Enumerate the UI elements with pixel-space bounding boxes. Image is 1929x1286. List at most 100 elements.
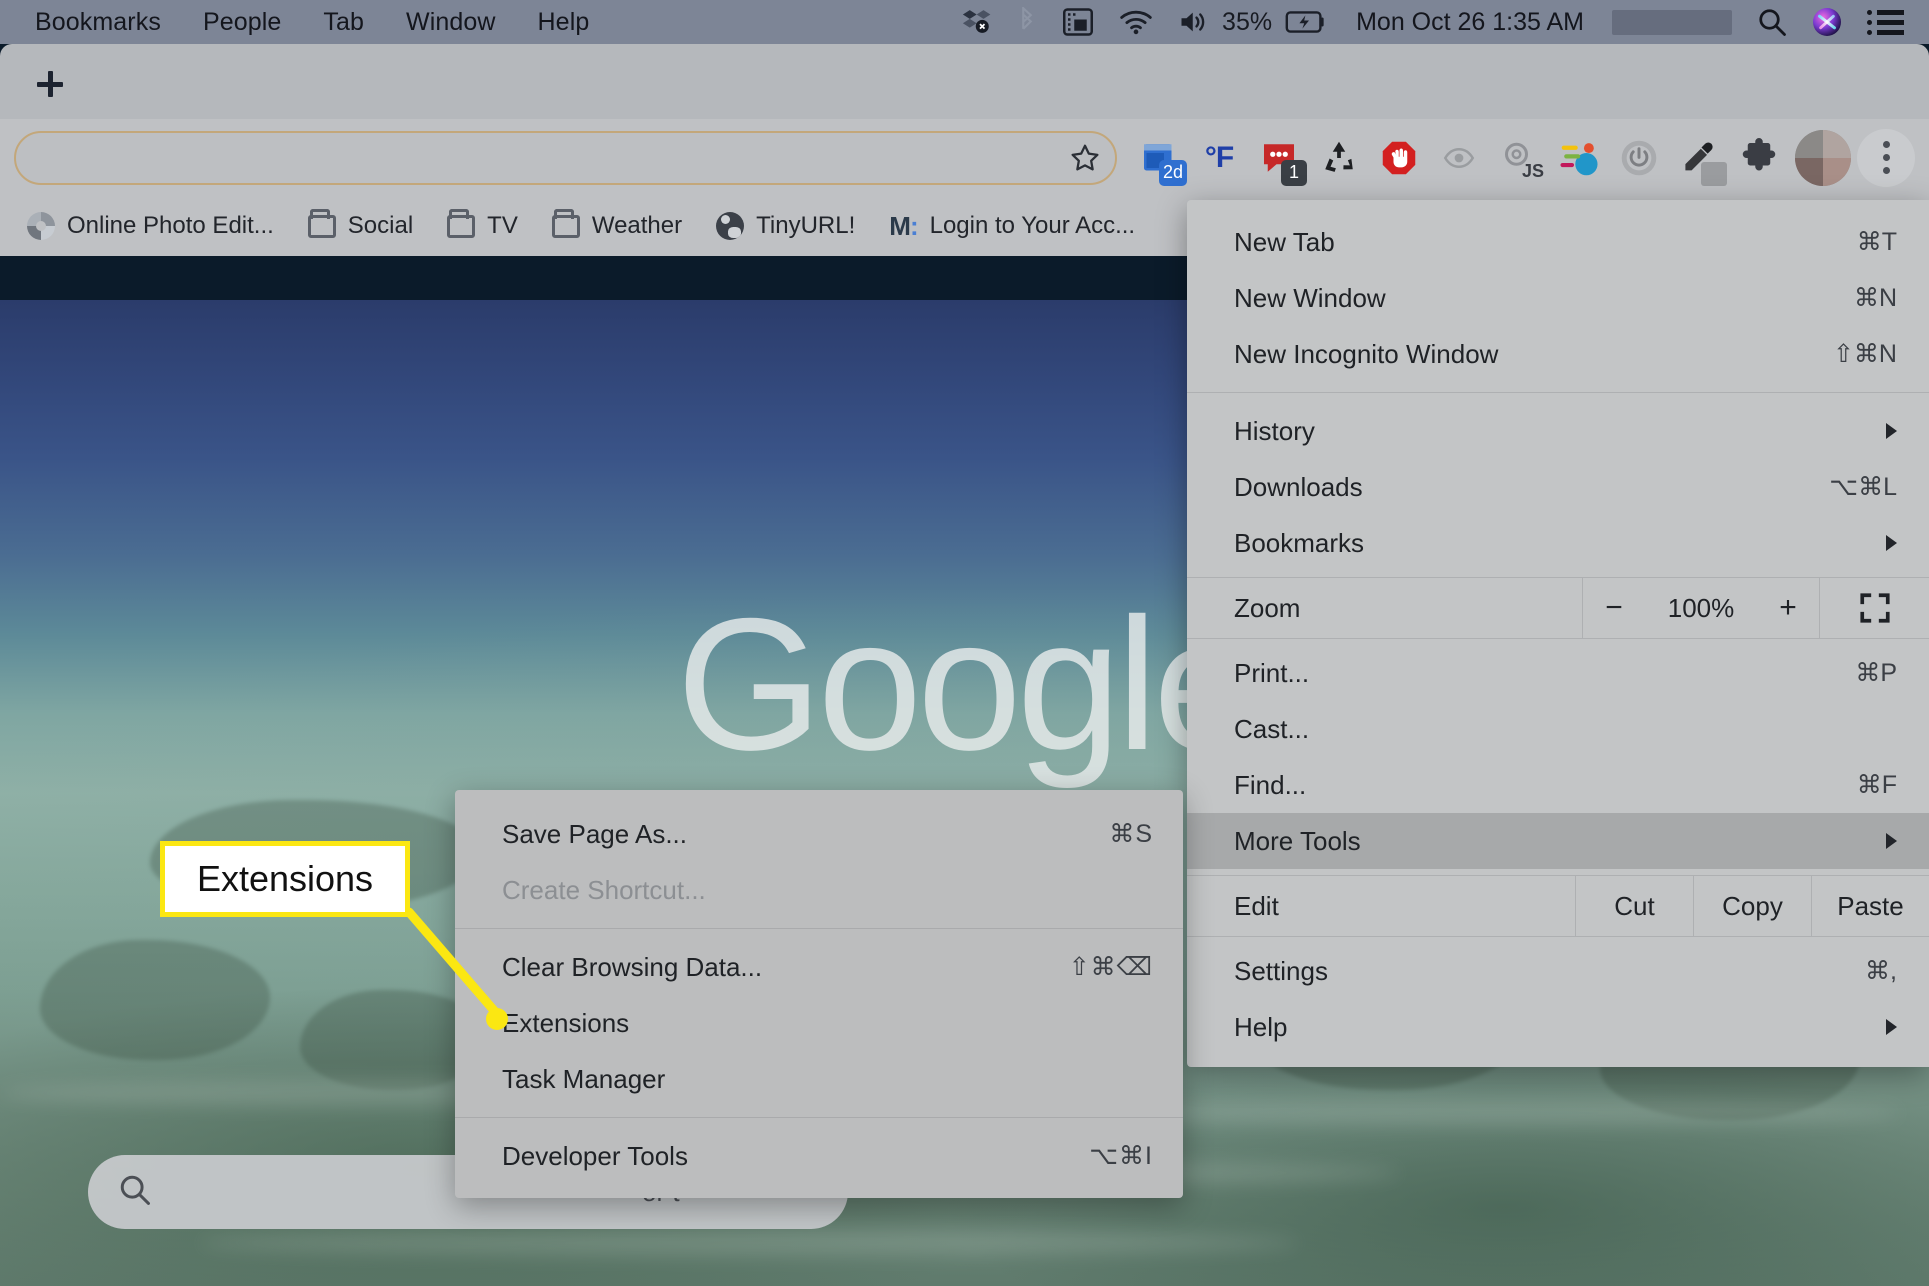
menu-bookmarks[interactable]: Bookmarks <box>14 8 182 37</box>
submenu-label: Task Manager <box>502 1063 666 1094</box>
temperature-fahrenheit-icon[interactable]: °F <box>1189 128 1249 188</box>
search-icon <box>118 1173 152 1212</box>
submenu-label: Save Page As... <box>502 818 688 849</box>
paste-button[interactable]: Paste <box>1811 876 1929 936</box>
wifi-icon[interactable] <box>1106 9 1166 35</box>
folder-icon <box>307 208 336 238</box>
submenu-shortcut: ⌥⌘I <box>1089 1142 1153 1170</box>
dropbox-icon[interactable] <box>948 7 1004 37</box>
menu-label: Settings <box>1234 955 1328 986</box>
menu-label: History <box>1234 415 1315 446</box>
menu-label: Print... <box>1234 657 1310 688</box>
menu-item-history[interactable]: History <box>1187 403 1929 459</box>
menu-label: New Incognito Window <box>1234 338 1499 369</box>
eyedropper-colorpicker-icon[interactable] <box>1669 128 1729 188</box>
zoom-in-button[interactable]: + <box>1757 591 1819 625</box>
bluetooth-icon[interactable] <box>1004 7 1050 37</box>
edit-label: Edit <box>1234 890 1279 921</box>
power-toggle-icon[interactable] <box>1609 128 1669 188</box>
adblock-extension-icon[interactable] <box>1369 128 1429 188</box>
spotlight-search-icon[interactable] <box>1744 7 1800 37</box>
puzzle-extensions-icon[interactable] <box>1729 128 1789 188</box>
copy-button[interactable]: Copy <box>1693 876 1811 936</box>
callout-box: Extensions <box>160 841 410 917</box>
submenu-separator <box>455 1117 1183 1118</box>
menu-label: Cast... <box>1234 713 1310 744</box>
menu-item-new-window[interactable]: New Window ⌘N <box>1187 270 1929 326</box>
submenu-shortcut: ⌘S <box>1109 820 1153 848</box>
new-tab-button[interactable] <box>30 64 70 104</box>
screen-mirroring-icon[interactable] <box>1050 8 1106 36</box>
faded-extension-icon[interactable] <box>1429 128 1489 188</box>
siri-icon[interactable] <box>1800 8 1854 36</box>
calendar-extension-icon[interactable]: 2d <box>1129 128 1189 188</box>
zoom-out-button[interactable]: − <box>1583 591 1645 625</box>
three-dot-menu[interactable] <box>1857 128 1915 187</box>
bookmark-star-icon[interactable] <box>1065 138 1105 178</box>
cut-button[interactable]: Cut <box>1575 876 1693 936</box>
menu-window[interactable]: Window <box>385 8 517 37</box>
m-letter-icon: M: <box>889 210 918 241</box>
bubbles-extension-icon[interactable] <box>1549 128 1609 188</box>
menu-item-bookmarks[interactable]: Bookmarks <box>1187 515 1929 571</box>
menu-shortcut: ⌘T <box>1856 228 1897 256</box>
menu-item-more-tools[interactable]: More Tools <box>1187 813 1929 869</box>
calendar-badge: 2d <box>1158 159 1187 186</box>
menu-item-settings[interactable]: Settings ⌘, <box>1187 943 1929 999</box>
messages-badge: 1 <box>1281 159 1307 186</box>
menu-item-downloads[interactable]: Downloads ⌥⌘L <box>1187 459 1929 515</box>
bookmark-folder-weather[interactable]: Weather <box>535 204 699 248</box>
menu-shortcut: ⇧⌘N <box>1832 340 1897 368</box>
menu-help[interactable]: Help <box>517 8 611 37</box>
menu-item-print[interactable]: Print... ⌘P <box>1187 645 1929 701</box>
submenu-label: Create Shortcut... <box>502 874 706 905</box>
bookmark-tinyurl[interactable]: TinyURL! <box>699 204 872 248</box>
menu-item-cast[interactable]: Cast... <box>1187 701 1929 757</box>
menu-item-find[interactable]: Find... ⌘F <box>1187 757 1929 813</box>
javascript-toggle-icon[interactable]: JS <box>1489 128 1549 188</box>
zoom-label: Zoom <box>1234 592 1301 623</box>
menu-label: More Tools <box>1234 825 1361 856</box>
menu-shortcut: ⌘, <box>1865 957 1897 985</box>
bookmark-label: TV <box>487 212 518 239</box>
profile-avatar[interactable] <box>1795 129 1851 186</box>
callout-label: Extensions <box>196 858 374 899</box>
bookmark-folder-tv[interactable]: TV <box>430 204 535 248</box>
address-bar[interactable] <box>14 130 1117 185</box>
folder-icon <box>447 208 476 238</box>
macos-status-items: 35% Mon Oct 26 1:35 AM <box>948 7 1929 37</box>
fahrenheit-label: °F <box>1204 140 1234 174</box>
macos-clock[interactable]: Mon Oct 26 1:35 AM <box>1340 8 1600 37</box>
menu-label: New Window <box>1234 282 1386 313</box>
chrome-tab-strip <box>0 44 1929 119</box>
control-center-icon[interactable] <box>1854 9 1917 35</box>
macos-app-menus: Bookmarks People Tab Window Help <box>0 8 610 37</box>
zoom-level-value: 100% <box>1667 592 1735 623</box>
submenu-item-clear-browsing-data[interactable]: Clear Browsing Data... ⇧⌘⌫ <box>455 939 1183 995</box>
bookmark-label: TinyURL! <box>756 212 856 239</box>
battery-charging-icon[interactable] <box>1272 10 1340 34</box>
volume-icon[interactable] <box>1166 9 1222 35</box>
menu-tab[interactable]: Tab <box>302 8 385 37</box>
submenu-item-task-manager[interactable]: Task Manager <box>455 1051 1183 1107</box>
bookmark-login-to-your-account[interactable]: M: Login to Your Acc... <box>872 204 1152 248</box>
menu-item-help[interactable]: Help <box>1187 999 1929 1055</box>
folder-icon <box>551 208 580 238</box>
menu-item-new-incognito-window[interactable]: New Incognito Window ⇧⌘N <box>1187 326 1929 382</box>
submenu-item-extensions[interactable]: Extensions <box>455 995 1183 1051</box>
bookmark-online-photo-editor[interactable]: Online Photo Edit... <box>10 204 291 248</box>
messages-extension-icon[interactable]: 1 <box>1249 128 1309 188</box>
submenu-item-save-page-as[interactable]: Save Page As... ⌘S <box>455 806 1183 862</box>
menu-label: Help <box>1234 1011 1288 1042</box>
menu-item-new-tab[interactable]: New Tab ⌘T <box>1187 214 1929 270</box>
macos-menu-bar: Bookmarks People Tab Window Help 35% Mon… <box>0 0 1929 44</box>
chevron-right-icon <box>1886 423 1897 439</box>
bookmark-folder-social[interactable]: Social <box>291 204 430 248</box>
menu-people[interactable]: People <box>182 8 302 37</box>
menu-shortcut: ⌘P <box>1855 659 1897 687</box>
battery-percent: 35% <box>1222 7 1273 36</box>
fullscreen-icon[interactable] <box>1819 578 1929 638</box>
recycle-extension-icon[interactable] <box>1309 128 1369 188</box>
photo-editor-icon <box>27 212 55 240</box>
submenu-item-developer-tools[interactable]: Developer Tools ⌥⌘I <box>455 1128 1183 1184</box>
